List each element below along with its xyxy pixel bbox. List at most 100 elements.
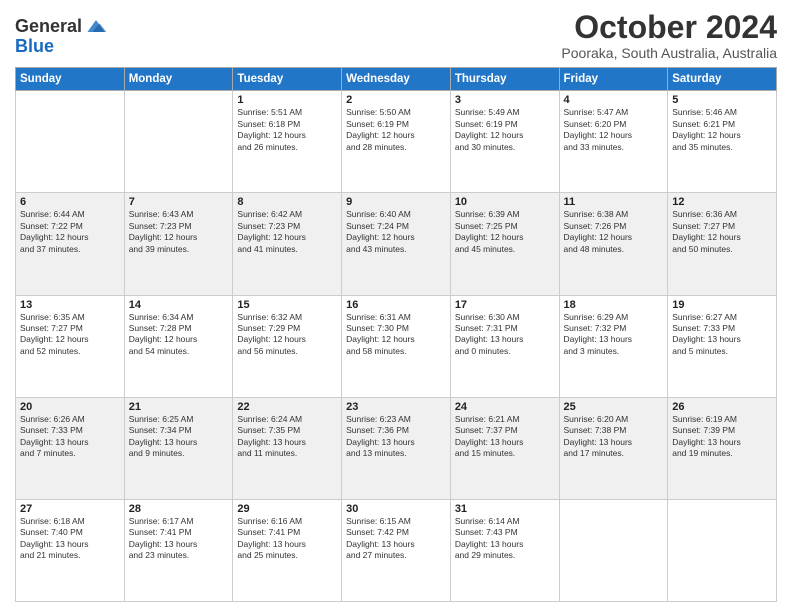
- day-info: Sunrise: 5:49 AM Sunset: 6:19 PM Dayligh…: [455, 107, 555, 153]
- calendar-cell: 20Sunrise: 6:26 AM Sunset: 7:33 PM Dayli…: [16, 397, 125, 499]
- header: General Blue October 2024 Pooraka, South…: [15, 10, 777, 61]
- calendar-cell: 26Sunrise: 6:19 AM Sunset: 7:39 PM Dayli…: [668, 397, 777, 499]
- calendar-cell: 17Sunrise: 6:30 AM Sunset: 7:31 PM Dayli…: [450, 295, 559, 397]
- day-info: Sunrise: 6:40 AM Sunset: 7:24 PM Dayligh…: [346, 209, 446, 255]
- calendar-cell: 2Sunrise: 5:50 AM Sunset: 6:19 PM Daylig…: [342, 91, 451, 193]
- day-number: 31: [455, 503, 555, 515]
- month-title: October 2024: [561, 10, 777, 45]
- day-number: 12: [672, 196, 772, 208]
- calendar-cell: 19Sunrise: 6:27 AM Sunset: 7:33 PM Dayli…: [668, 295, 777, 397]
- day-info: Sunrise: 6:17 AM Sunset: 7:41 PM Dayligh…: [129, 516, 229, 562]
- day-info: Sunrise: 6:43 AM Sunset: 7:23 PM Dayligh…: [129, 209, 229, 255]
- day-info: Sunrise: 6:36 AM Sunset: 7:27 PM Dayligh…: [672, 209, 772, 255]
- calendar-cell: 10Sunrise: 6:39 AM Sunset: 7:25 PM Dayli…: [450, 193, 559, 295]
- day-info: Sunrise: 6:42 AM Sunset: 7:23 PM Dayligh…: [237, 209, 337, 255]
- calendar-cell: [16, 91, 125, 193]
- day-number: 11: [564, 196, 664, 208]
- day-info: Sunrise: 6:20 AM Sunset: 7:38 PM Dayligh…: [564, 414, 664, 460]
- day-info: Sunrise: 6:14 AM Sunset: 7:43 PM Dayligh…: [455, 516, 555, 562]
- calendar-cell: 7Sunrise: 6:43 AM Sunset: 7:23 PM Daylig…: [124, 193, 233, 295]
- calendar-cell: 29Sunrise: 6:16 AM Sunset: 7:41 PM Dayli…: [233, 499, 342, 601]
- day-number: 27: [20, 503, 120, 515]
- day-number: 24: [455, 401, 555, 413]
- day-info: Sunrise: 6:16 AM Sunset: 7:41 PM Dayligh…: [237, 516, 337, 562]
- day-info: Sunrise: 6:32 AM Sunset: 7:29 PM Dayligh…: [237, 312, 337, 358]
- logo: General Blue: [15, 14, 108, 57]
- calendar-week-row: 6Sunrise: 6:44 AM Sunset: 7:22 PM Daylig…: [16, 193, 777, 295]
- day-number: 8: [237, 196, 337, 208]
- day-info: Sunrise: 6:26 AM Sunset: 7:33 PM Dayligh…: [20, 414, 120, 460]
- day-number: 30: [346, 503, 446, 515]
- calendar-cell: 13Sunrise: 6:35 AM Sunset: 7:27 PM Dayli…: [16, 295, 125, 397]
- col-thursday: Thursday: [450, 68, 559, 91]
- day-info: Sunrise: 6:31 AM Sunset: 7:30 PM Dayligh…: [346, 312, 446, 358]
- calendar-cell: 14Sunrise: 6:34 AM Sunset: 7:28 PM Dayli…: [124, 295, 233, 397]
- day-info: Sunrise: 5:46 AM Sunset: 6:21 PM Dayligh…: [672, 107, 772, 153]
- day-info: Sunrise: 6:34 AM Sunset: 7:28 PM Dayligh…: [129, 312, 229, 358]
- logo-general-text: General: [15, 16, 82, 37]
- day-number: 22: [237, 401, 337, 413]
- day-info: Sunrise: 6:27 AM Sunset: 7:33 PM Dayligh…: [672, 312, 772, 358]
- day-info: Sunrise: 6:35 AM Sunset: 7:27 PM Dayligh…: [20, 312, 120, 358]
- calendar-cell: 24Sunrise: 6:21 AM Sunset: 7:37 PM Dayli…: [450, 397, 559, 499]
- col-friday: Friday: [559, 68, 668, 91]
- calendar-week-row: 1Sunrise: 5:51 AM Sunset: 6:18 PM Daylig…: [16, 91, 777, 193]
- day-number: 2: [346, 94, 446, 106]
- page: General Blue October 2024 Pooraka, South…: [0, 0, 792, 612]
- day-number: 6: [20, 196, 120, 208]
- calendar-table: Sunday Monday Tuesday Wednesday Thursday…: [15, 67, 777, 602]
- calendar-week-row: 27Sunrise: 6:18 AM Sunset: 7:40 PM Dayli…: [16, 499, 777, 601]
- calendar-cell: 18Sunrise: 6:29 AM Sunset: 7:32 PM Dayli…: [559, 295, 668, 397]
- day-info: Sunrise: 6:44 AM Sunset: 7:22 PM Dayligh…: [20, 209, 120, 255]
- col-tuesday: Tuesday: [233, 68, 342, 91]
- calendar-cell: [124, 91, 233, 193]
- day-info: Sunrise: 5:50 AM Sunset: 6:19 PM Dayligh…: [346, 107, 446, 153]
- day-number: 21: [129, 401, 229, 413]
- day-number: 23: [346, 401, 446, 413]
- day-info: Sunrise: 5:51 AM Sunset: 6:18 PM Dayligh…: [237, 107, 337, 153]
- day-info: Sunrise: 6:29 AM Sunset: 7:32 PM Dayligh…: [564, 312, 664, 358]
- day-number: 4: [564, 94, 664, 106]
- calendar-cell: 21Sunrise: 6:25 AM Sunset: 7:34 PM Dayli…: [124, 397, 233, 499]
- calendar-cell: 9Sunrise: 6:40 AM Sunset: 7:24 PM Daylig…: [342, 193, 451, 295]
- logo-icon: [84, 14, 108, 38]
- calendar-cell: 30Sunrise: 6:15 AM Sunset: 7:42 PM Dayli…: [342, 499, 451, 601]
- calendar-cell: 22Sunrise: 6:24 AM Sunset: 7:35 PM Dayli…: [233, 397, 342, 499]
- day-number: 28: [129, 503, 229, 515]
- day-info: Sunrise: 6:21 AM Sunset: 7:37 PM Dayligh…: [455, 414, 555, 460]
- day-info: Sunrise: 6:23 AM Sunset: 7:36 PM Dayligh…: [346, 414, 446, 460]
- day-number: 15: [237, 299, 337, 311]
- day-number: 14: [129, 299, 229, 311]
- calendar-week-row: 13Sunrise: 6:35 AM Sunset: 7:27 PM Dayli…: [16, 295, 777, 397]
- day-number: 3: [455, 94, 555, 106]
- location: Pooraka, South Australia, Australia: [561, 45, 777, 61]
- calendar-cell: 25Sunrise: 6:20 AM Sunset: 7:38 PM Dayli…: [559, 397, 668, 499]
- day-number: 20: [20, 401, 120, 413]
- day-number: 29: [237, 503, 337, 515]
- day-info: Sunrise: 6:25 AM Sunset: 7:34 PM Dayligh…: [129, 414, 229, 460]
- day-number: 17: [455, 299, 555, 311]
- day-number: 7: [129, 196, 229, 208]
- logo-blue-text: Blue: [15, 36, 108, 57]
- day-number: 19: [672, 299, 772, 311]
- calendar-cell: [559, 499, 668, 601]
- calendar-cell: 16Sunrise: 6:31 AM Sunset: 7:30 PM Dayli…: [342, 295, 451, 397]
- calendar-cell: 4Sunrise: 5:47 AM Sunset: 6:20 PM Daylig…: [559, 91, 668, 193]
- calendar-cell: 3Sunrise: 5:49 AM Sunset: 6:19 PM Daylig…: [450, 91, 559, 193]
- calendar-cell: 23Sunrise: 6:23 AM Sunset: 7:36 PM Dayli…: [342, 397, 451, 499]
- col-wednesday: Wednesday: [342, 68, 451, 91]
- col-sunday: Sunday: [16, 68, 125, 91]
- day-number: 10: [455, 196, 555, 208]
- calendar-cell: 15Sunrise: 6:32 AM Sunset: 7:29 PM Dayli…: [233, 295, 342, 397]
- day-number: 5: [672, 94, 772, 106]
- day-info: Sunrise: 6:38 AM Sunset: 7:26 PM Dayligh…: [564, 209, 664, 255]
- day-number: 13: [20, 299, 120, 311]
- calendar-cell: 8Sunrise: 6:42 AM Sunset: 7:23 PM Daylig…: [233, 193, 342, 295]
- title-block: October 2024 Pooraka, South Australia, A…: [561, 10, 777, 61]
- calendar-cell: 12Sunrise: 6:36 AM Sunset: 7:27 PM Dayli…: [668, 193, 777, 295]
- day-number: 26: [672, 401, 772, 413]
- day-number: 16: [346, 299, 446, 311]
- day-info: Sunrise: 6:24 AM Sunset: 7:35 PM Dayligh…: [237, 414, 337, 460]
- day-number: 9: [346, 196, 446, 208]
- day-number: 1: [237, 94, 337, 106]
